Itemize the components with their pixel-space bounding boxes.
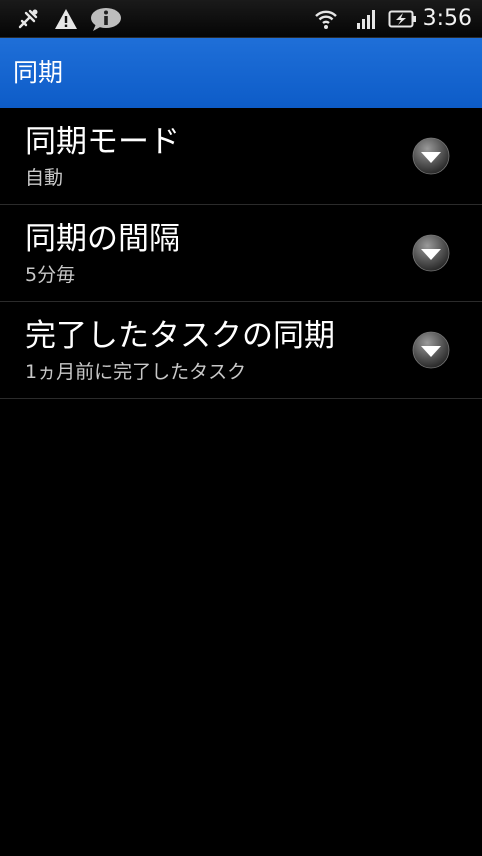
status-time: 3:56	[422, 6, 472, 31]
info-bubble-icon	[90, 5, 122, 33]
page-title: 同期	[13, 58, 64, 87]
setting-summary: 自動	[25, 167, 64, 189]
setting-title: 同期の間隔	[25, 221, 180, 257]
usb-debug-icon	[14, 5, 42, 33]
settings-list: 同期モード 自動 同期の間隔 5分毎 完了したタスクの同期 1ヵ月前に完了したタ…	[0, 108, 482, 399]
setting-sync-mode[interactable]: 同期モード 自動	[0, 108, 482, 205]
setting-title: 完了したタスクの同期	[25, 318, 335, 354]
setting-summary: 1ヵ月前に完了したタスク	[25, 361, 247, 383]
setting-title: 同期モード	[25, 124, 180, 160]
setting-completed-tasks-sync[interactable]: 完了したタスクの同期 1ヵ月前に完了したタスク	[0, 302, 482, 399]
dropdown-arrow-icon[interactable]	[412, 234, 450, 272]
dropdown-arrow-icon[interactable]	[412, 137, 450, 175]
warning-icon	[52, 5, 80, 33]
wifi-icon	[312, 5, 340, 33]
title-bar: 同期	[0, 38, 482, 108]
status-bar: 3:56	[0, 0, 482, 38]
signal-icon	[352, 5, 380, 33]
battery-charging-icon	[388, 5, 418, 33]
setting-summary: 5分毎	[25, 264, 76, 286]
setting-sync-interval[interactable]: 同期の間隔 5分毎	[0, 205, 482, 302]
dropdown-arrow-icon[interactable]	[412, 331, 450, 369]
